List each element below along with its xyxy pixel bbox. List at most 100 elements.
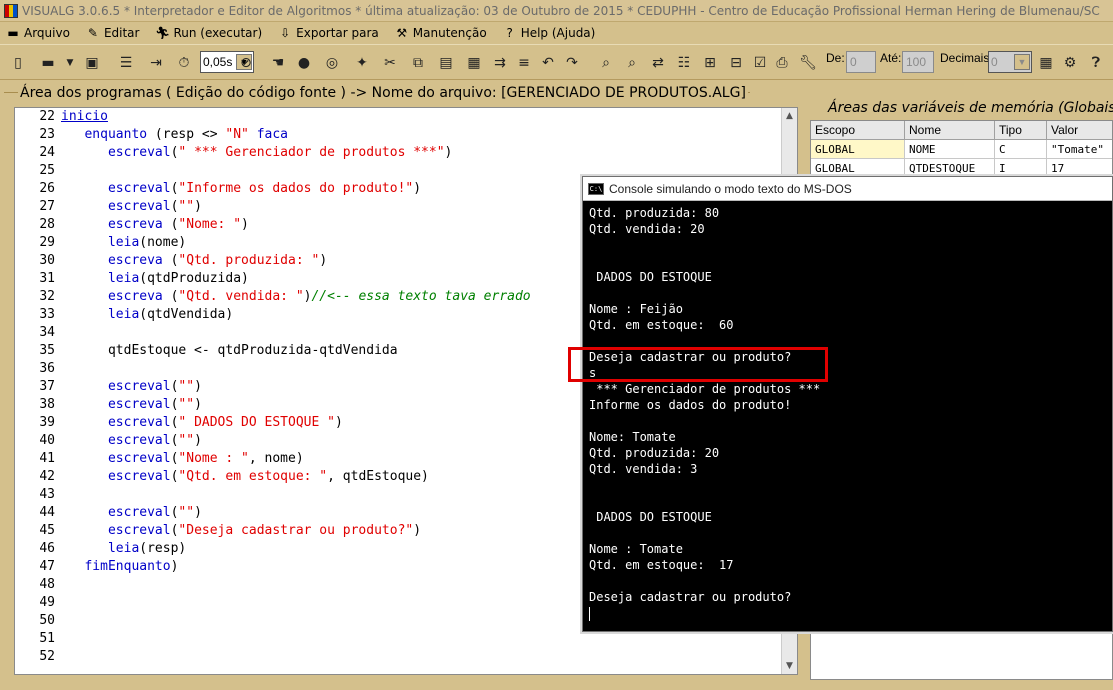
table-icon[interactable]: ⊞ <box>700 53 720 73</box>
new-file-icon[interactable]: ▯ <box>8 53 28 73</box>
scroll-up-icon[interactable]: ▲ <box>782 108 797 124</box>
code-token: (resp <> <box>147 127 226 142</box>
line-number: 37 <box>39 379 55 394</box>
code-token: escreval <box>107 379 171 394</box>
run-icon: 🏃︎ <box>154 26 171 40</box>
calculator-icon[interactable]: ▦ <box>1036 53 1056 73</box>
menu-exportar[interactable]: ⇩ Exportar para <box>272 22 389 44</box>
code-text: inicio <box>61 108 108 126</box>
variables-panel-title: Áreas das variáveis de memória (Globais <box>828 100 1113 116</box>
ate-field[interactable]: 100 <box>902 51 934 73</box>
wrench-icon[interactable]: 🔧︎ <box>798 53 818 73</box>
code-token: ) <box>194 199 202 214</box>
line-number: 35 <box>39 343 55 358</box>
code-token: , qtdEstoque) <box>327 469 429 484</box>
code-line[interactable]: 52 <box>15 648 785 666</box>
code-token: inicio <box>61 109 108 124</box>
list-icon[interactable]: ☷ <box>674 53 694 73</box>
console-output[interactable]: Qtd. produzida: 80 Qtd. vendida: 20 DADOS… <box>583 201 1112 631</box>
col-escopo[interactable]: Escopo <box>811 121 905 140</box>
menu-editar[interactable]: ✎ Editar <box>80 22 150 44</box>
undo-icon[interactable]: ↶ <box>538 53 558 73</box>
line-number: 29 <box>39 235 55 250</box>
code-token: "Informe os dados do produto!" <box>178 181 414 196</box>
copy-icon[interactable]: ⧉ <box>408 53 428 73</box>
timer-icon[interactable]: ⏱ <box>174 53 194 73</box>
select-all-icon[interactable]: ▦ <box>464 53 484 73</box>
line-number: 50 <box>39 613 55 628</box>
menu-manutencao[interactable]: ⚒ Manutenção <box>389 22 497 44</box>
col-tipo[interactable]: Tipo <box>995 121 1047 140</box>
comment-icon[interactable]: ≡ <box>514 53 534 73</box>
code-token: "Deseja cadastrar ou produto?" <box>178 523 414 538</box>
console-input-line[interactable] <box>589 605 1106 621</box>
run-step-icon[interactable]: ⇥ <box>146 53 166 73</box>
hand-icon[interactable]: ☚ <box>268 53 288 73</box>
code-token: "Nome: " <box>178 217 242 232</box>
scroll-down-icon[interactable]: ▼ <box>782 658 797 674</box>
code-text: escreval("Informe os dados do produto!") <box>61 180 421 198</box>
replace-icon[interactable]: ⇄ <box>648 53 668 73</box>
decimais-select[interactable]: 0 ▼ <box>988 51 1032 73</box>
code-line[interactable]: 51 <box>15 630 785 648</box>
find-next-icon[interactable]: ⌕ <box>622 53 642 73</box>
paste-icon[interactable]: ▤ <box>436 53 456 73</box>
line-number: 34 <box>39 325 55 340</box>
open-folder-icon[interactable]: ▬ <box>38 53 58 73</box>
code-text: escreva ("Qtd. vendida: ")//<-- essa tex… <box>61 288 531 306</box>
code-text: escreval("") <box>61 378 202 396</box>
code-token: ) <box>413 523 422 538</box>
console-window[interactable]: C:\ Console simulando o modo texto do MS… <box>582 176 1113 632</box>
code-token: escreval <box>107 451 171 466</box>
code-text: leia(nome) <box>61 234 186 252</box>
code-text: escreva ("Qtd. produzida: ") <box>61 252 327 270</box>
variables-header-row: Escopo Nome Tipo Valor <box>811 121 1112 140</box>
code-token: "" <box>178 397 195 412</box>
code-token: //<-- essa texto tava errado <box>311 289 531 304</box>
clear-icon[interactable]: ✦ <box>352 53 372 73</box>
code-token: (qtdProduzida) <box>139 271 249 286</box>
redo-icon[interactable]: ↷ <box>562 53 582 73</box>
console-line: Nome : Feijão <box>589 302 683 316</box>
save-icon[interactable]: ▣ <box>82 53 102 73</box>
help-book-icon[interactable]: ❓︎ <box>1086 53 1106 73</box>
settings-icon[interactable]: ⚙ <box>1060 53 1080 73</box>
code-text: escreval("Qtd. em estoque: ", qtdEstoque… <box>61 468 429 486</box>
line-number: 31 <box>39 271 55 286</box>
code-token: ) <box>194 379 202 394</box>
code-line[interactable]: 22 inicio <box>15 108 785 126</box>
code-token: (resp) <box>139 541 187 556</box>
col-nome[interactable]: Nome <box>905 121 995 140</box>
cut-icon[interactable]: ✂ <box>380 53 400 73</box>
grid-icon[interactable]: ⊟ <box>726 53 746 73</box>
menu-arquivo[interactable]: ▬ Arquivo <box>0 22 80 44</box>
code-token: "N" <box>225 127 249 142</box>
stop-icon[interactable]: ⊘ <box>236 53 256 73</box>
menu-help[interactable]: ? Help (Ajuda) <box>497 22 606 44</box>
print-icon[interactable]: ⎙ <box>772 53 792 73</box>
watch-icon[interactable]: ◎ <box>322 53 342 73</box>
code-text: enquanto (resp <> "N" faca <box>61 126 288 144</box>
breakpoint-icon[interactable]: ● <box>294 53 314 73</box>
find-icon[interactable]: ⌕ <box>596 53 616 73</box>
open-dropdown-icon[interactable]: ▼ <box>60 53 80 73</box>
code-token: ( <box>162 289 179 304</box>
de-field[interactable]: 0 <box>846 51 876 73</box>
code-text: escreval(" *** Gerenciador de produtos *… <box>61 144 452 162</box>
code-token: escreval <box>107 523 171 538</box>
code-line[interactable]: 24 escreval(" *** Gerenciador de produto… <box>15 144 785 162</box>
table-row[interactable]: GLOBAL NOME C "Tomate" <box>811 140 1112 159</box>
menu-run[interactable]: 🏃︎ Run (executar) <box>149 22 272 44</box>
col-valor[interactable]: Valor <box>1047 121 1112 140</box>
indent-icon[interactable]: ⇉ <box>490 53 510 73</box>
code-token: " DADOS DO ESTOQUE " <box>178 415 335 430</box>
code-text: escreval(" DADOS DO ESTOQUE ") <box>61 414 343 432</box>
console-title-bar[interactable]: C:\ Console simulando o modo texto do MS… <box>583 177 1112 201</box>
step-list-icon[interactable]: ☰ <box>116 53 136 73</box>
code-line[interactable]: 23 enquanto (resp <> "N" faca <box>15 126 785 144</box>
checklist-icon[interactable]: ☑ <box>750 53 770 73</box>
